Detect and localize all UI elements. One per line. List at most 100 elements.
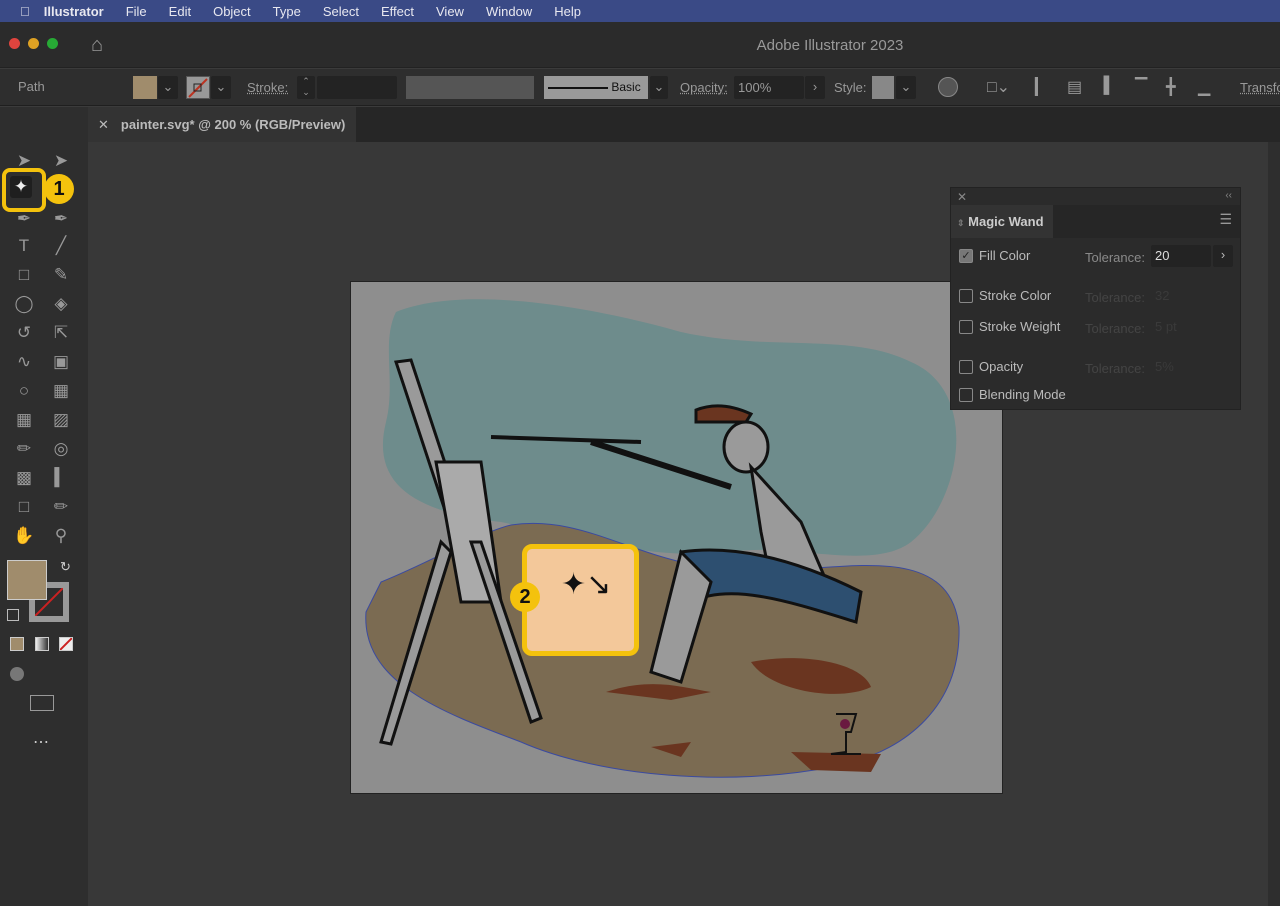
lasso-tool-icon[interactable]: ✒ <box>50 208 72 230</box>
shaper-tool-icon[interactable]: ◯ <box>13 293 35 315</box>
default-colors-icon[interactable] <box>7 609 19 621</box>
opacity-tolerance-value: 5% <box>1155 359 1174 374</box>
variable-width-profile[interactable] <box>406 76 534 99</box>
opacity-arrow[interactable]: › <box>805 76 825 99</box>
stroke-color-tolerance-label: Tolerance: <box>1085 290 1145 305</box>
fill-tolerance-label: Tolerance: <box>1085 250 1145 265</box>
free-transform-tool-icon[interactable]: ▣ <box>50 351 72 373</box>
stroke-swatch[interactable] <box>186 76 210 99</box>
warp-tool-icon[interactable]: ∿ <box>13 351 35 373</box>
stroke-weight-label: Stroke Weight <box>979 319 1061 334</box>
more-tools-icon[interactable]: ⋯ <box>33 732 49 752</box>
mesh-tool-icon[interactable]: ▦ <box>13 409 35 431</box>
apple-icon[interactable]:  <box>20 4 30 19</box>
panel-tab[interactable]: ⇕ Magic Wand <box>951 205 1053 238</box>
fill-color-checkbox[interactable]: ✓ <box>959 248 973 263</box>
perspective-grid-tool-icon[interactable]: ▦ <box>50 380 72 402</box>
stroke-weight-tolerance-label: Tolerance: <box>1085 321 1145 336</box>
rectangle-tool-icon[interactable]: □ <box>13 264 35 286</box>
line-tool-icon[interactable]: ╱ <box>50 235 72 257</box>
opacity-option: Opacity <box>959 359 1023 374</box>
artboard-tool-icon[interactable]: □ <box>13 496 35 518</box>
document-tab-bar: ✕ painter.svg* @ 200 % (RGB/Preview) <box>88 107 1280 142</box>
gradient-mode-icon[interactable] <box>35 637 49 651</box>
opacity-label[interactable]: Opacity: <box>680 80 728 95</box>
menu-app[interactable]: Illustrator <box>44 4 104 19</box>
hand-tool-icon[interactable]: ✋ <box>13 525 35 547</box>
recolor-artwork-icon[interactable] <box>938 77 958 97</box>
blending-mode-checkbox[interactable] <box>959 387 973 402</box>
opacity-checkbox[interactable] <box>959 359 973 374</box>
document-title: painter.svg* @ 200 % (RGB/Preview) <box>120 117 346 132</box>
vertical-scrollbar[interactable] <box>1268 142 1280 906</box>
document-tab[interactable]: ✕ painter.svg* @ 200 % (RGB/Preview) <box>88 107 356 142</box>
menu-window[interactable]: Window <box>486 4 532 19</box>
eraser-tool-icon[interactable]: ◈ <box>50 293 72 315</box>
menu-effect[interactable]: Effect <box>381 4 414 19</box>
menu-type[interactable]: Type <box>273 4 301 19</box>
align-left-icon[interactable]: ▎ <box>1035 77 1047 97</box>
menu-edit[interactable]: Edit <box>169 4 191 19</box>
stroke-color-checkbox[interactable] <box>959 288 973 303</box>
fill-tolerance-input[interactable]: 20 <box>1151 245 1211 267</box>
eyedropper-tool-icon[interactable]: ✏ <box>13 438 35 460</box>
menu-file[interactable]: File <box>126 4 147 19</box>
rotate-tool-icon[interactable]: ↺ <box>13 322 35 344</box>
transform-link[interactable]: Transfo <box>1240 80 1280 95</box>
magic-wand-panel: ✕ ‹‹ ⇕ Magic Wand ☰ ✓ Fill Color Toleran… <box>950 187 1241 410</box>
selection-type: Path <box>18 79 45 94</box>
swap-fill-stroke-icon[interactable]: ↻ <box>60 559 71 575</box>
direct-selection-tool-icon[interactable]: ➤ <box>50 150 72 172</box>
fill-tolerance-arrow[interactable]: › <box>1213 245 1233 267</box>
stroke-color-option: Stroke Color <box>959 288 1051 303</box>
control-bar: Path ⌄ ⌄ Stroke: ⌃ ⌄ Basic ⌄ Opacity: 100… <box>0 69 1280 106</box>
tools-panel: ➤ ➤ ✦ ✒ ✒ T ╱ □ ✎ ◯ ◈ ↺ ⇱ ∿ ▣ ○ ▦ ▦ ▨ ✏ … <box>0 107 88 906</box>
stroke-dropdown[interactable]: ⌄ <box>211 76 231 99</box>
fill-swatch[interactable] <box>133 76 157 99</box>
stroke-weight-checkbox[interactable] <box>959 319 973 334</box>
stroke-weight-stepper[interactable]: ⌃ ⌄ <box>297 76 315 99</box>
paintbrush-tool-icon[interactable]: ✎ <box>50 264 72 286</box>
gradient-tool-icon[interactable]: ▨ <box>50 409 72 431</box>
stroke-label[interactable]: Stroke: <box>247 80 288 95</box>
symbol-sprayer-tool-icon[interactable]: ▩ <box>13 467 35 489</box>
shape-builder-tool-icon[interactable]: ○ <box>13 380 35 402</box>
slice-tool-icon[interactable]: ✏ <box>50 496 72 518</box>
type-tool-icon[interactable]: T <box>13 235 35 257</box>
blending-mode-option: Blending Mode <box>959 387 1066 402</box>
menu-help[interactable]: Help <box>554 4 581 19</box>
fill-color-box[interactable] <box>7 560 47 600</box>
close-tab-icon[interactable]: ✕ <box>98 117 109 133</box>
screen-mode-icon[interactable] <box>30 695 54 711</box>
draw-mode-icon[interactable] <box>10 667 24 681</box>
color-mode-icon[interactable] <box>10 637 24 651</box>
blend-tool-icon[interactable]: ◎ <box>50 438 72 460</box>
fill-dropdown[interactable]: ⌄ <box>158 76 178 99</box>
graph-tool-icon[interactable]: ▍ <box>50 467 72 489</box>
opacity-tolerance-label: Tolerance: <box>1085 361 1145 376</box>
brush-dropdown[interactable]: ⌄ <box>650 76 668 99</box>
artboard[interactable] <box>350 281 1003 794</box>
scale-tool-icon[interactable]: ⇱ <box>50 322 72 344</box>
menu-view[interactable]: View <box>436 4 464 19</box>
none-mode-icon[interactable] <box>59 637 73 651</box>
opacity-value: 100% <box>738 80 772 95</box>
zoom-tool-icon[interactable]: ⚲ <box>50 525 72 547</box>
menu-bar:  Illustrator File Edit Object Type Sele… <box>0 0 1280 22</box>
align-center-icon[interactable]: ▤ <box>1067 77 1082 97</box>
align-middle-icon[interactable]: ╋ <box>1166 77 1176 97</box>
panel-close-icon[interactable]: ✕ <box>957 190 967 204</box>
panel-menu-icon[interactable]: ☰ <box>1219 211 1232 228</box>
style-swatch[interactable] <box>872 76 894 99</box>
artboard-align-icon[interactable]: □⌄ <box>987 77 1010 97</box>
align-top-icon[interactable]: ▔ <box>1135 77 1147 97</box>
align-right-icon[interactable]: ▐ <box>1098 77 1109 95</box>
opacity-input[interactable]: 100% <box>734 76 804 99</box>
panel-collapse-icon[interactable]: ‹‹ <box>1225 190 1232 201</box>
stroke-weight-input[interactable] <box>317 76 397 99</box>
align-bottom-icon[interactable]: ▁ <box>1198 77 1210 97</box>
menu-object[interactable]: Object <box>213 4 251 19</box>
style-dropdown[interactable]: ⌄ <box>896 76 916 99</box>
menu-select[interactable]: Select <box>323 4 359 19</box>
brush-definition[interactable]: Basic <box>544 76 648 99</box>
